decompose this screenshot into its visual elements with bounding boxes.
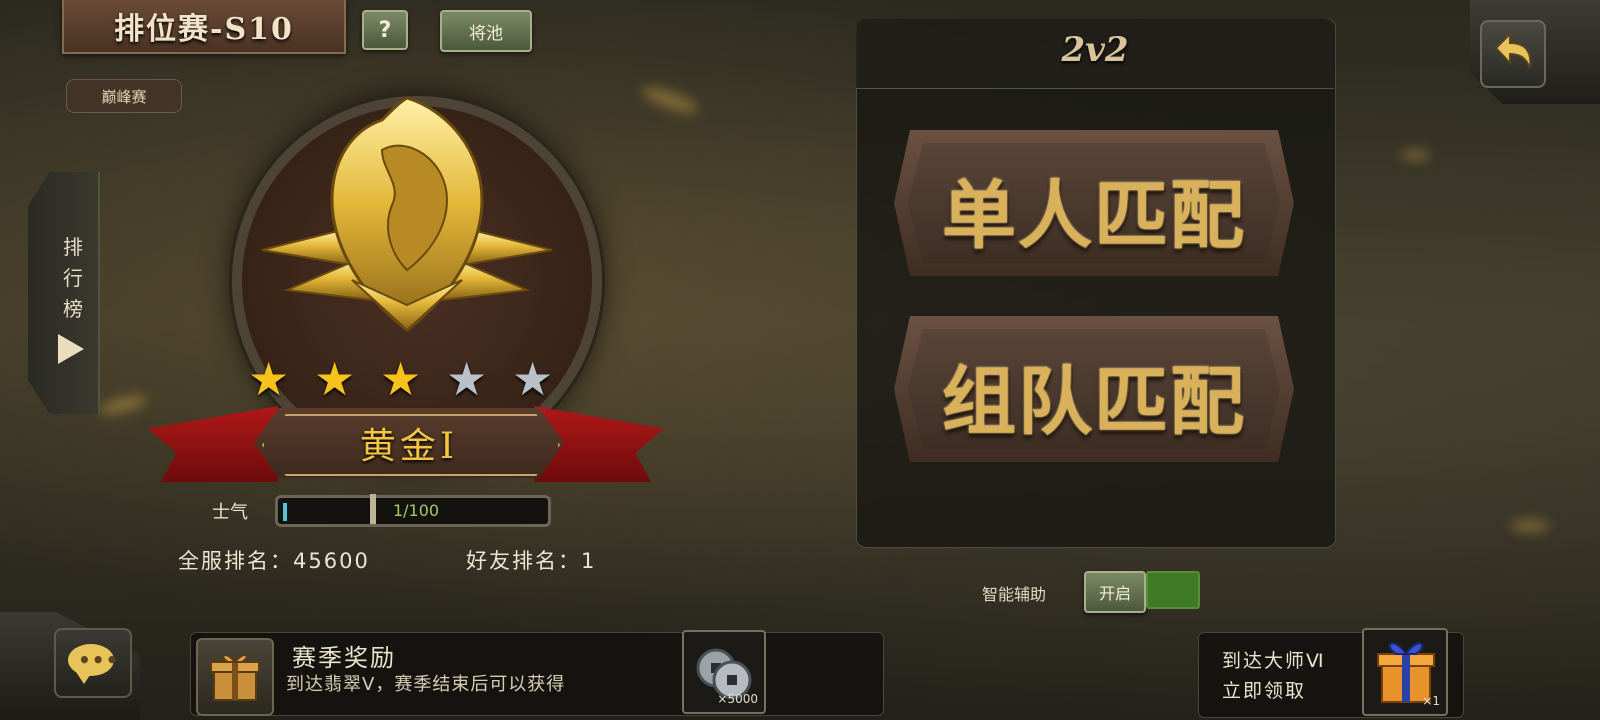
general-pool-button[interactable]: 将池: [440, 10, 532, 52]
light-spark: [1400, 150, 1430, 160]
help-button[interactable]: ?: [362, 10, 408, 50]
match-mode-panel: [856, 18, 1336, 548]
smart-assist-label: 智能辅助: [982, 585, 1047, 604]
mode-title: 2v2: [1061, 30, 1129, 70]
back-button[interactable]: [1480, 20, 1546, 88]
back-arrow-icon: [1494, 31, 1532, 69]
master-reward-line1: 到达大师Ⅵ: [1222, 650, 1326, 672]
reward-item-quantity: ×5000: [717, 692, 758, 706]
light-spark: [1510, 520, 1550, 532]
friend-rank: 好友排名：1: [466, 549, 597, 573]
lion-emblem-icon: [261, 96, 553, 332]
rank-star-filled: ★: [248, 352, 290, 406]
morale-value: 1/100: [392, 501, 440, 520]
chat-dots: •••: [78, 648, 120, 672]
peak-match-tab[interactable]: 巅峰赛: [66, 79, 182, 113]
rank-star-empty: ★: [512, 352, 554, 406]
morale-label: 士气: [212, 502, 248, 523]
play-arrow-icon[interactable]: [58, 334, 84, 364]
smart-assist-on-button[interactable]: 开启: [1084, 571, 1146, 613]
team-match-label: 组队匹配: [942, 359, 1246, 445]
gift-icon[interactable]: [196, 638, 274, 716]
server-rank: 全服排名：45600: [178, 549, 370, 573]
light-spark: [97, 391, 149, 419]
rank-star-filled: ★: [314, 352, 356, 406]
season-reward-title: 赛季奖励: [292, 644, 396, 672]
smart-assist-toggle[interactable]: [1146, 571, 1200, 609]
season-title: 排位赛-S10: [62, 0, 346, 54]
season-reward-desc: 到达翡翠Ⅴ，赛季结束后可以获得: [286, 674, 566, 695]
solo-match-label: 单人匹配: [942, 173, 1246, 259]
rank-star-filled: ★: [380, 352, 422, 406]
master-reward-quantity: ×1: [1422, 694, 1440, 708]
chat-bubble-tail: [76, 672, 92, 684]
leaderboard-label: 排行榜: [63, 235, 83, 321]
master-reward-line2: 立即领取: [1222, 680, 1307, 702]
rank-star-empty: ★: [446, 352, 488, 406]
light-spark: [639, 82, 701, 118]
rank-tier: 黄金Ⅰ: [359, 426, 459, 467]
